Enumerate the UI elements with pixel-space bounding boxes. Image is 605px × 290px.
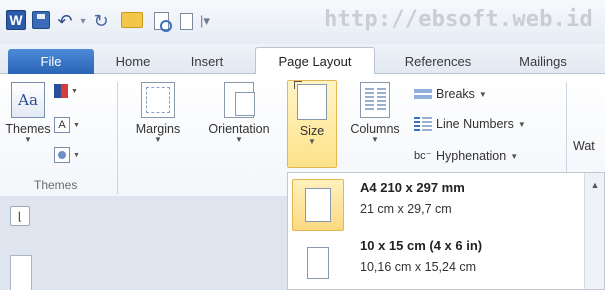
tab-file[interactable]: File xyxy=(8,49,94,74)
chevron-down-icon: ▼ xyxy=(73,121,80,129)
watermark-button[interactable]: Wat xyxy=(573,136,605,156)
theme-fonts-icon: A xyxy=(54,117,70,133)
size-option-subtitle: 21 cm x 29,7 cm xyxy=(360,202,452,216)
chevron-down-icon: ▼ xyxy=(371,135,379,144)
size-option-10x15[interactable]: 10 x 15 cm (4 x 6 in) 10,16 cm x 15,24 c… xyxy=(288,231,578,289)
margins-icon xyxy=(141,82,175,118)
hyphenation-icon: bc⁻ xyxy=(414,150,432,162)
themes-icon: Aa xyxy=(11,82,45,118)
tab-home[interactable]: Home xyxy=(104,48,162,74)
line-numbers-button[interactable]: Line Numbers ▼ xyxy=(414,114,526,134)
chevron-down-icon: ▼ xyxy=(510,151,519,161)
chevron-down-icon: ▼ xyxy=(24,135,32,144)
undo-icon[interactable]: ↶ xyxy=(56,10,74,32)
page-icon xyxy=(305,188,331,222)
tab-insert[interactable]: Insert xyxy=(176,48,238,74)
size-button-label: Size xyxy=(299,124,325,138)
hyphenation-label: Hyphenation xyxy=(436,149,507,163)
tab-page-layout[interactable]: Page Layout xyxy=(255,47,375,75)
margins-button[interactable]: Margins ▼ xyxy=(128,82,188,144)
line-numbers-label: Line Numbers xyxy=(436,117,514,131)
columns-button[interactable]: Columns ▼ xyxy=(344,82,406,144)
breaks-label: Breaks xyxy=(436,87,475,101)
size-dropdown-menu: A4 210 x 297 mm 21 cm x 29,7 cm 10 x 15 … xyxy=(287,172,605,290)
theme-effects-button[interactable]: ▼ xyxy=(54,146,80,164)
size-option-title: 10 x 15 cm (4 x 6 in) xyxy=(360,238,483,253)
group-divider xyxy=(117,82,118,194)
save-icon[interactable] xyxy=(32,11,50,29)
chevron-down-icon: ▼ xyxy=(517,119,526,129)
orientation-icon xyxy=(224,82,255,118)
size-option-title: A4 210 x 297 mm xyxy=(360,180,465,195)
chevron-down-icon: ▼ xyxy=(235,135,243,144)
page-thumbnail xyxy=(292,179,344,231)
vertical-ruler xyxy=(10,255,32,290)
dropdown-scrollbar[interactable]: ▲ xyxy=(584,173,604,289)
size-option-subtitle: 10,16 cm x 15,24 cm xyxy=(360,260,477,274)
open-folder-icon[interactable] xyxy=(120,9,144,31)
breaks-icon xyxy=(414,87,432,101)
customize-toolbar-icon[interactable]: |▾ xyxy=(198,10,212,32)
size-button[interactable]: Size ▼ xyxy=(287,80,337,168)
chevron-down-icon: ▼ xyxy=(71,87,78,95)
columns-button-label: Columns xyxy=(350,122,400,136)
undo-dropdown-icon[interactable]: ▾ xyxy=(78,10,88,32)
chevron-down-icon: ▼ xyxy=(154,135,162,144)
tab-references[interactable]: References xyxy=(388,48,488,74)
print-preview-icon[interactable] xyxy=(152,10,172,32)
breaks-button[interactable]: Breaks ▼ xyxy=(414,84,487,104)
theme-colors-icon xyxy=(54,84,68,98)
ribbon-tab-bar: File Home Insert Page Layout References … xyxy=(0,44,605,75)
size-option-a4[interactable]: A4 210 x 297 mm 21 cm x 29,7 cm xyxy=(288,173,578,231)
redo-icon[interactable]: ↻ xyxy=(92,10,110,32)
columns-icon xyxy=(360,82,390,118)
watermark-text: http://ebsoft.web.id xyxy=(324,7,593,32)
margins-button-label: Margins xyxy=(135,122,181,136)
title-bar: W ↶ ▾ ↻ |▾ http://ebsoft.web.id xyxy=(0,0,605,44)
tab-mailings[interactable]: Mailings xyxy=(505,48,581,74)
document-area xyxy=(0,196,287,290)
page-size-icon xyxy=(294,81,327,120)
theme-colors-button[interactable]: ▼ xyxy=(54,82,80,100)
theme-effects-icon xyxy=(54,147,70,163)
hyphenation-button[interactable]: bc⁻ Hyphenation ▼ xyxy=(414,146,518,166)
page-thumbnail xyxy=(292,237,344,289)
new-document-icon[interactable] xyxy=(178,10,194,32)
chevron-down-icon: ▼ xyxy=(73,151,80,159)
themes-button[interactable]: Aa Themes ▼ xyxy=(5,82,51,144)
page-icon xyxy=(307,247,329,279)
word-app-icon[interactable]: W xyxy=(6,10,26,30)
theme-fonts-button[interactable]: A ▼ xyxy=(54,116,80,134)
themes-button-label: Themes xyxy=(5,122,51,136)
line-numbers-icon xyxy=(414,117,432,131)
chevron-down-icon: ▼ xyxy=(478,89,487,99)
scroll-up-icon[interactable]: ▲ xyxy=(587,177,603,193)
orientation-button[interactable]: Orientation ▼ xyxy=(196,82,282,144)
themes-group-label: Themes xyxy=(34,178,78,192)
watermark-button-label: Wat xyxy=(573,139,595,153)
chevron-down-icon: ▼ xyxy=(308,137,316,146)
tab-selector-button[interactable]: ⌊ xyxy=(10,206,30,226)
orientation-button-label: Orientation xyxy=(208,122,270,136)
